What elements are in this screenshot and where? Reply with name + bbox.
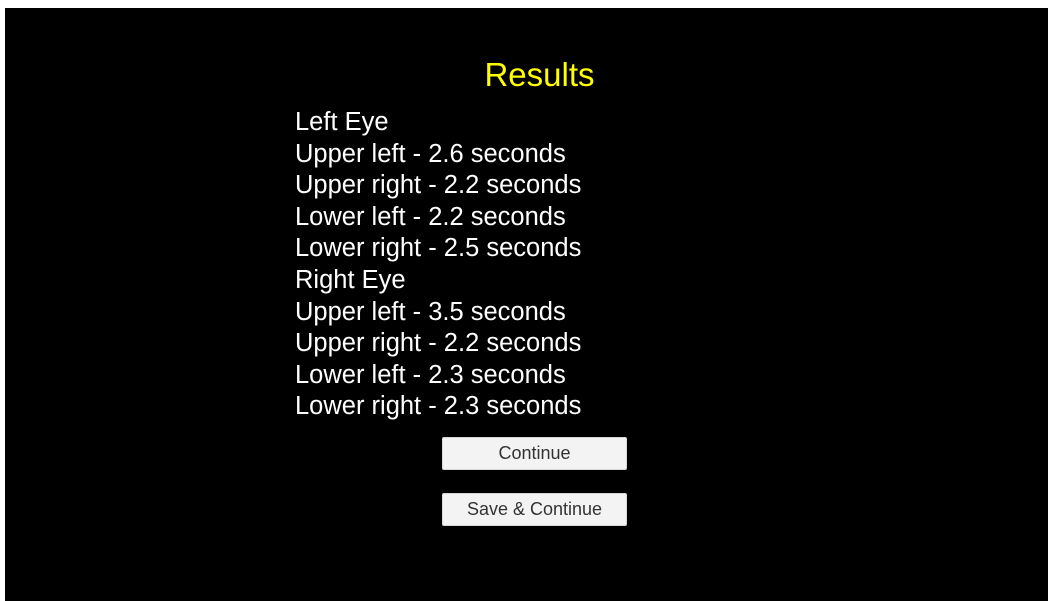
left-eye-upper-left-result: Upper left - 2.6 seconds [295, 139, 566, 168]
right-eye-heading: Right Eye [295, 265, 406, 294]
left-eye-lower-left-result: Lower left - 2.2 seconds [295, 202, 566, 231]
save-and-continue-button[interactable]: Save & Continue [442, 493, 627, 526]
right-eye-upper-right-result: Upper right - 2.2 seconds [295, 329, 582, 358]
right-eye-lower-right-result: Lower right - 2.3 seconds [295, 392, 582, 421]
right-eye-lower-left-result: Lower left - 2.3 seconds [295, 360, 566, 389]
left-eye-heading: Left Eye [295, 108, 389, 136]
results-list: Left Eye Upper left - 2.6 seconds Upper … [295, 107, 581, 423]
results-screen: Results Left Eye Upper left - 2.6 second… [5, 8, 1048, 601]
left-eye-upper-right-result: Upper right - 2.2 seconds [295, 171, 582, 200]
right-eye-upper-left-result: Upper left - 3.5 seconds [295, 297, 566, 326]
left-eye-lower-right-result: Lower right - 2.5 seconds [295, 234, 582, 263]
continue-button[interactable]: Continue [442, 437, 627, 470]
page-title: Results [484, 56, 595, 93]
